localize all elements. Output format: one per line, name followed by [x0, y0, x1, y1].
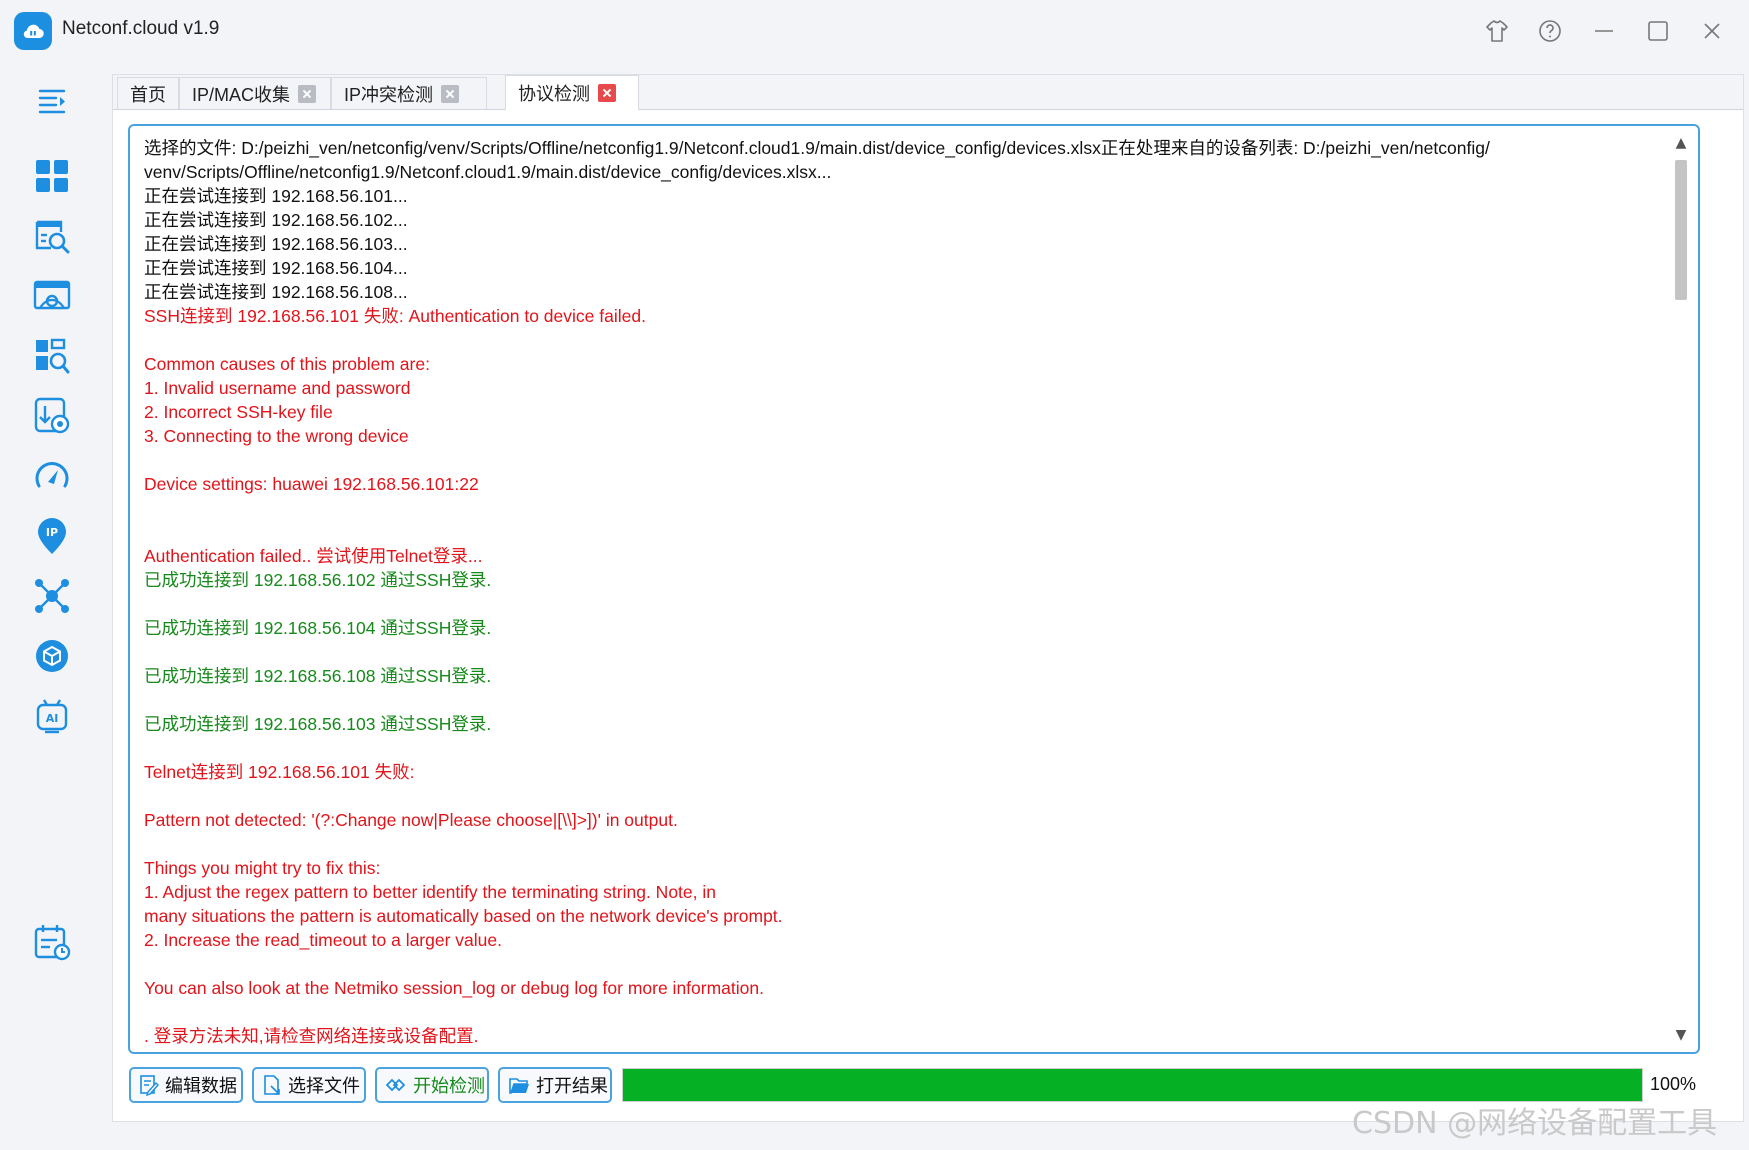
log-line: many situations the pattern is automatic… — [144, 906, 783, 926]
app-logo-icon — [14, 12, 52, 50]
log-line: 正在尝试连接到 192.168.56.102... — [144, 210, 408, 230]
select-file-button[interactable]: 选择文件 — [252, 1067, 366, 1103]
watermark: CSDN @网络设备配置工具 — [1352, 1106, 1718, 1141]
maximize-icon[interactable] — [1643, 16, 1673, 46]
log-text: 选择的文件: D:/peizhi_ven/netconfig/venv/Scri… — [144, 136, 1679, 1048]
tab-ip-conflict[interactable]: IP冲突检测 — [331, 77, 487, 109]
speed-gauge-icon[interactable] — [30, 454, 74, 498]
log-line: Device settings: huawei 192.168.56.101:2… — [144, 474, 479, 494]
log-line: Telnet连接到 192.168.56.101 失败: — [144, 762, 415, 782]
svg-text:AI: AI — [46, 712, 59, 725]
tab-label: IP冲突检测 — [344, 84, 434, 105]
log-line: 选择的文件: D:/peizhi_ven/netconfig/venv/Scri… — [144, 138, 1490, 158]
tab-label: IP/MAC收集 — [192, 84, 291, 105]
open-result-button[interactable]: 打开结果 — [498, 1067, 612, 1103]
log-line: 已成功连接到 192.168.56.102 通过SSH登录. — [144, 570, 492, 590]
progress-bar — [622, 1068, 1643, 1102]
log-line: 1. Adjust the regex pattern to better id… — [144, 882, 716, 902]
vertical-scrollbar[interactable]: ▲ ▼ — [1670, 132, 1692, 1046]
tab-close-icon[interactable] — [598, 84, 616, 102]
topology-icon[interactable] — [30, 574, 74, 618]
dashboard-icon[interactable] — [30, 154, 74, 198]
package-icon[interactable] — [30, 634, 74, 678]
log-output[interactable]: 选择的文件: D:/peizhi_ven/netconfig/venv/Scri… — [128, 124, 1700, 1054]
start-check-button[interactable]: 开始检测 — [375, 1067, 489, 1103]
edit-data-button[interactable]: 编辑数据 — [129, 1067, 243, 1103]
log-line: 2. Incorrect SSH-key file — [144, 402, 333, 422]
schedule-icon[interactable] — [30, 920, 74, 964]
log-line: 已成功连接到 192.168.56.104 通过SSH登录. — [144, 618, 492, 638]
scroll-down-icon[interactable]: ▼ — [1670, 1024, 1692, 1046]
log-line: Authentication failed.. 尝试使用Telnet登录... — [144, 546, 483, 566]
close-icon[interactable] — [1697, 16, 1727, 46]
select-file-label: 选择文件 — [288, 1076, 360, 1096]
tab-close-icon[interactable] — [298, 84, 317, 103]
log-line: SSH连接到 192.168.56.101 失败: Authentication… — [144, 306, 646, 326]
log-line: 1. Invalid username and password — [144, 378, 411, 398]
skin-icon[interactable] — [1482, 16, 1512, 46]
log-line: 3. Connecting to the wrong device — [144, 426, 409, 446]
scroll-up-icon[interactable]: ▲ — [1670, 132, 1692, 154]
log-line: 正在尝试连接到 192.168.56.103... — [144, 234, 408, 254]
progress-fill — [623, 1069, 1642, 1101]
ip-search-icon[interactable] — [30, 214, 74, 258]
app-title: Netconf.cloud v1.9 — [62, 18, 220, 39]
tab-label: 协议检测 — [518, 84, 590, 104]
log-line: 正在尝试连接到 192.168.56.101... — [144, 186, 408, 206]
tab-bar: 首页 IP/MAC收集 IP冲突检测 协议检测 — [113, 75, 1743, 110]
help-icon[interactable] — [1535, 16, 1565, 46]
inspect-icon[interactable] — [30, 334, 74, 378]
log-line: Common causes of this problem are: — [144, 354, 430, 374]
log-line: Things you might try to fix this: — [144, 858, 381, 878]
log-line: 已成功连接到 192.168.56.108 通过SSH登录. — [144, 666, 492, 686]
open-result-label: 打开结果 — [536, 1076, 608, 1096]
log-line: venv/Scripts/Offline/netconfig1.9/Netcon… — [144, 162, 832, 182]
start-icon — [385, 1078, 406, 1092]
menu-toggle-icon[interactable] — [30, 78, 74, 122]
minimize-icon[interactable] — [1589, 16, 1619, 46]
log-line: You can also look at the Netmiko session… — [144, 978, 764, 998]
tab-protocol-check[interactable]: 协议检测 — [505, 75, 639, 110]
ip-location-icon[interactable]: IP — [30, 514, 74, 558]
tab-ip-mac-collect[interactable]: IP/MAC收集 — [179, 77, 331, 109]
log-line: 正在尝试连接到 192.168.56.108... — [144, 282, 408, 302]
log-line: 已成功连接到 192.168.56.103 通过SSH登录. — [144, 714, 492, 734]
progress-percent: 100% — [1650, 1074, 1697, 1094]
ai-robot-icon[interactable]: AI — [30, 694, 74, 738]
edit-data-label: 编辑数据 — [165, 1076, 237, 1096]
sidebar: IP AI — [0, 64, 104, 1150]
tab-label: 首页 — [130, 84, 166, 105]
tab-close-icon[interactable] — [441, 84, 460, 103]
download-settings-icon[interactable] — [30, 394, 74, 438]
tab-home[interactable]: 首页 — [117, 77, 179, 109]
log-line: 2. Increase the read_timeout to a larger… — [144, 930, 502, 950]
file-select-icon — [264, 1075, 280, 1095]
start-check-label: 开始检测 — [413, 1076, 485, 1096]
folder-open-icon — [509, 1078, 529, 1094]
title-bar: Netconf.cloud v1.9 — [0, 0, 1749, 64]
scroll-thumb[interactable] — [1675, 160, 1687, 300]
svg-text:IP: IP — [46, 526, 58, 539]
log-line: 正在尝试连接到 192.168.56.104... — [144, 258, 408, 278]
log-line: Pattern not detected: '(?:Change now|Ple… — [144, 810, 678, 830]
edit-icon — [140, 1075, 159, 1096]
log-line: . 登录方法未知,请检查网络连接或设备配置. — [144, 1026, 479, 1046]
config-icon[interactable] — [30, 274, 74, 318]
